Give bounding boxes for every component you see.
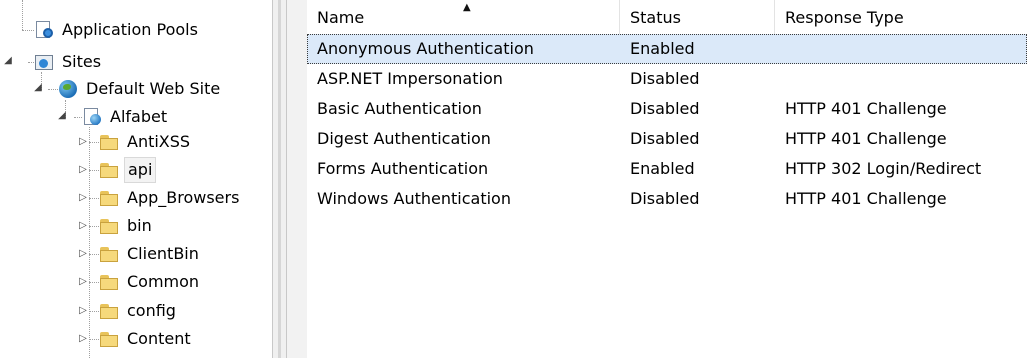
collapsed-arrow-icon[interactable]: ▷ <box>78 164 88 175</box>
column-header-label: Status <box>630 7 681 27</box>
column-header-label: Name <box>317 7 365 27</box>
column-header-status[interactable]: Status <box>620 0 775 34</box>
tree-node-label: Sites <box>62 52 102 71</box>
cell-status: Enabled <box>630 159 695 178</box>
expanded-arrow-icon[interactable]: ◢ <box>3 55 13 66</box>
tree-node-folder[interactable]: AntiXSS <box>99 128 193 156</box>
collapsed-arrow-icon[interactable]: ▷ <box>78 305 88 316</box>
tree-node-folder-selected[interactable]: api <box>99 156 157 184</box>
tree-node-sites[interactable]: Sites <box>34 48 104 76</box>
table-row-selected[interactable]: Anonymous Authentication Enabled <box>307 34 1027 64</box>
cell-name: Forms Authentication <box>317 159 489 178</box>
tree-node-label: App_Browsers <box>127 188 240 207</box>
tree-node-label: Default Web Site <box>86 79 221 98</box>
folder-icon <box>99 244 119 264</box>
folder-icon <box>99 160 119 180</box>
cell-name: ASP.NET Impersonation <box>317 69 503 88</box>
cell-status: Enabled <box>630 39 695 58</box>
collapsed-arrow-icon[interactable]: ▷ <box>78 333 88 344</box>
tree-node-label: Common <box>127 272 200 291</box>
cell-status: Disabled <box>630 99 700 118</box>
column-header-name[interactable]: Name ▲ <box>307 0 620 34</box>
tree-node-folder[interactable]: App_Browsers <box>99 184 242 212</box>
tree-node-label: Alfabet <box>110 107 168 126</box>
tree-node-label: config <box>127 301 176 320</box>
tree-node-folder[interactable]: bin <box>99 212 155 240</box>
collapsed-arrow-icon[interactable]: ▷ <box>78 220 88 231</box>
collapsed-arrow-icon[interactable]: ▷ <box>78 248 88 259</box>
application-pools-icon <box>34 20 54 40</box>
table-row[interactable]: Basic Authentication Disabled HTTP 401 C… <box>307 94 1027 124</box>
tree-node-folder[interactable]: ClientBin <box>99 240 202 268</box>
table-row[interactable]: Forms Authentication Enabled HTTP 302 Lo… <box>307 154 1027 184</box>
collapsed-arrow-icon[interactable]: ▷ <box>78 276 88 287</box>
globe-icon <box>58 79 78 99</box>
folder-icon <box>99 301 119 321</box>
pane-splitter[interactable] <box>272 0 287 358</box>
cell-response-type: HTTP 302 Login/Redirect <box>785 159 982 178</box>
table-row[interactable]: Digest Authentication Disabled HTTP 401 … <box>307 124 1027 154</box>
cell-name: Windows Authentication <box>317 189 511 208</box>
folder-icon <box>99 216 119 236</box>
tree-node-folder[interactable]: Common <box>99 268 202 296</box>
folder-icon <box>99 188 119 208</box>
tree-node-label: AntiXSS <box>127 132 191 151</box>
cell-status: Disabled <box>630 69 700 88</box>
table-row[interactable]: Windows Authentication Disabled HTTP 401… <box>307 184 1027 214</box>
tree-node-label: Content <box>127 329 191 348</box>
tree-node-default-web-site[interactable]: Default Web Site <box>58 75 223 103</box>
tree-node-label: ClientBin <box>127 244 199 263</box>
authentication-list[interactable]: Name ▲ Status Response Type Anonymous Au… <box>287 0 1035 358</box>
folder-icon <box>99 272 119 292</box>
folder-icon <box>99 132 119 152</box>
cell-response-type: HTTP 401 Challenge <box>785 129 947 148</box>
tree-node-label: Application Pools <box>62 20 198 39</box>
connections-tree[interactable]: Application Pools ◢ Sites ◢ Default Web … <box>0 0 272 358</box>
tree-node-folder[interactable]: config <box>99 297 179 325</box>
tree-node-folder[interactable]: Content <box>99 325 194 353</box>
sort-ascending-icon: ▲ <box>463 2 471 13</box>
tree-node-label: bin <box>127 216 152 235</box>
list-gutter <box>287 0 307 358</box>
collapsed-arrow-icon[interactable]: ▷ <box>78 136 88 147</box>
expanded-arrow-icon[interactable]: ◢ <box>33 82 43 93</box>
tree-node-label: api <box>124 157 157 183</box>
table-row[interactable]: ASP.NET Impersonation Disabled <box>307 64 1027 94</box>
collapsed-arrow-icon[interactable]: ▷ <box>78 192 88 203</box>
cell-status: Disabled <box>630 189 700 208</box>
cell-name: Digest Authentication <box>317 129 491 148</box>
application-icon <box>82 107 102 127</box>
cell-name: Basic Authentication <box>317 99 482 118</box>
cell-status: Disabled <box>630 129 700 148</box>
tree-node-application-pools[interactable]: Application Pools <box>34 16 201 44</box>
sites-icon <box>34 52 54 72</box>
cell-name: Anonymous Authentication <box>317 39 534 58</box>
column-header-label: Response Type <box>785 7 904 27</box>
iis-manager-window: Application Pools ◢ Sites ◢ Default Web … <box>0 0 1035 358</box>
folder-icon <box>99 329 119 349</box>
cell-response-type: HTTP 401 Challenge <box>785 189 947 208</box>
column-header-response-type[interactable]: Response Type <box>775 0 1027 34</box>
cell-response-type: HTTP 401 Challenge <box>785 99 947 118</box>
expanded-arrow-icon[interactable]: ◢ <box>57 110 67 121</box>
tree-node-alfabet[interactable]: Alfabet <box>82 103 170 131</box>
